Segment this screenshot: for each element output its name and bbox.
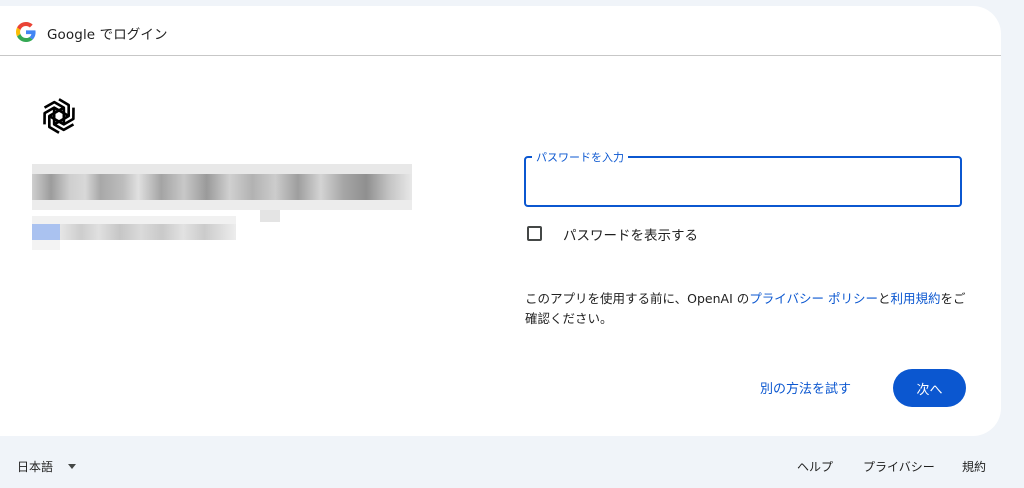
terms-link[interactable]: 利用規約	[890, 291, 940, 306]
terms-footer-link[interactable]: 規約	[962, 458, 986, 475]
openai-logo-icon	[43, 98, 75, 134]
google-g-icon	[16, 22, 36, 42]
redacted-account-email	[32, 216, 242, 256]
help-link[interactable]: ヘルプ	[797, 458, 833, 475]
try-another-way-button[interactable]: 別の方法を試す	[750, 367, 861, 407]
password-input-label: パスワードを入力	[532, 149, 628, 165]
chevron-down-icon	[68, 464, 77, 469]
next-button[interactable]: 次へ	[893, 369, 966, 407]
redacted-account-name	[32, 156, 412, 222]
show-password-checkbox[interactable]	[527, 226, 542, 241]
language-label: 日本語	[17, 460, 54, 474]
language-selector[interactable]: 日本語	[17, 458, 77, 475]
privacy-policy-link[interactable]: プライバシー ポリシー	[749, 291, 878, 306]
consent-notice: このアプリを使用する前に、OpenAI のプライバシー ポリシーと利用規約をご確…	[525, 289, 970, 329]
login-card: Google でログイン パスワードを入力 パスワードを表示する このアプリを使…	[0, 6, 1001, 436]
card-header: Google でログイン	[0, 6, 1001, 56]
notice-prefix: このアプリを使用する前に、OpenAI の	[525, 291, 750, 306]
show-password-label[interactable]: パスワードを表示する	[563, 224, 698, 244]
header-title: Google でログイン	[47, 27, 168, 43]
privacy-link[interactable]: プライバシー	[863, 458, 935, 475]
notice-middle: と	[877, 291, 891, 306]
